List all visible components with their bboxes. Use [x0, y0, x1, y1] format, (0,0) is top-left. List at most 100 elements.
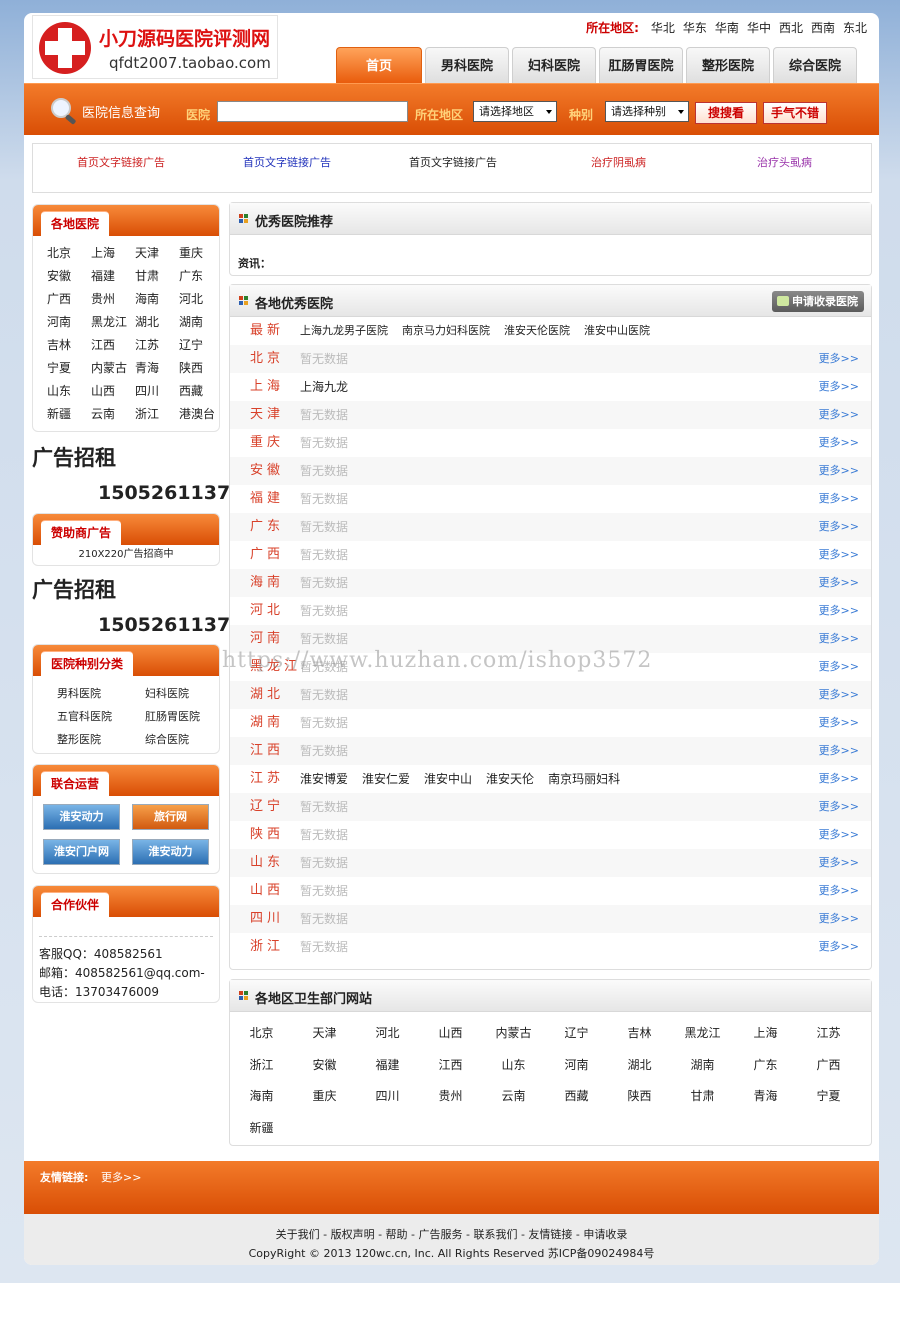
- health-dept-link[interactable]: 云南: [482, 1081, 545, 1113]
- hospital-type-link[interactable]: 整形医院: [57, 728, 145, 751]
- more-link[interactable]: 更多>>: [819, 485, 859, 513]
- row-label[interactable]: 江苏: [250, 765, 284, 793]
- region-link[interactable]: 湖南: [179, 311, 223, 334]
- health-dept-link[interactable]: 江苏: [797, 1018, 860, 1050]
- health-dept-link[interactable]: 辽宁: [545, 1018, 608, 1050]
- more-link[interactable]: 更多>>: [819, 653, 859, 681]
- region-link[interactable]: 江西: [91, 334, 135, 357]
- health-dept-link[interactable]: 甘肃: [671, 1081, 734, 1113]
- ad-link[interactable]: 治疗阴虱病: [591, 154, 646, 170]
- more-link[interactable]: 更多>>: [819, 429, 859, 457]
- region-link[interactable]: 港澳台: [179, 403, 223, 426]
- region-link[interactable]: 内蒙古: [91, 357, 135, 380]
- health-dept-link[interactable]: 贵州: [419, 1081, 482, 1113]
- hospital-type-link[interactable]: 综合医院: [145, 728, 233, 751]
- apply-inclusion-button[interactable]: 申请收录医院: [772, 291, 864, 312]
- ad-link[interactable]: 首页文字链接广告: [77, 154, 165, 170]
- hospital-link[interactable]: 淮安博爱: [300, 772, 348, 786]
- hospital-link[interactable]: 淮安中山: [424, 772, 472, 786]
- ad-link[interactable]: 首页文字链接广告: [409, 154, 497, 170]
- region-link[interactable]: 广东: [179, 265, 223, 288]
- region-link[interactable]: 华南: [715, 21, 739, 35]
- ad-link[interactable]: 治疗头虱病: [757, 154, 812, 170]
- union-logo[interactable]: 淮安动力: [132, 839, 209, 865]
- more-link[interactable]: 更多>>: [819, 373, 859, 401]
- friend-links-more[interactable]: 更多>>: [101, 1169, 141, 1185]
- hospital-type-link[interactable]: 男科医院: [57, 682, 145, 705]
- health-dept-link[interactable]: 重庆: [293, 1081, 356, 1113]
- region-link[interactable]: 新疆: [47, 403, 91, 426]
- health-dept-link[interactable]: 北京: [230, 1018, 293, 1050]
- health-dept-link[interactable]: 福建: [356, 1050, 419, 1082]
- health-dept-link[interactable]: 宁夏: [797, 1081, 860, 1113]
- region-link[interactable]: 天津: [135, 242, 179, 265]
- region-link[interactable]: 河北: [179, 288, 223, 311]
- health-dept-link[interactable]: 海南: [230, 1081, 293, 1113]
- latest-hospital-link[interactable]: 淮安天伦医院: [504, 324, 570, 337]
- row-label[interactable]: 陕西: [250, 821, 284, 849]
- latest-hospital-link[interactable]: 上海九龙男子医院: [300, 324, 388, 337]
- health-dept-link[interactable]: 四川: [356, 1081, 419, 1113]
- region-link[interactable]: 安徽: [47, 265, 91, 288]
- region-link[interactable]: 浙江: [135, 403, 179, 426]
- more-link[interactable]: 更多>>: [819, 457, 859, 485]
- health-dept-link[interactable]: 黑龙江: [671, 1018, 734, 1050]
- region-link[interactable]: 青海: [135, 357, 179, 380]
- region-link[interactable]: 湖北: [135, 311, 179, 334]
- row-label[interactable]: 重庆: [250, 429, 284, 457]
- region-link[interactable]: 东北: [843, 21, 867, 35]
- row-label[interactable]: 湖南: [250, 709, 284, 737]
- row-label[interactable]: 北京: [250, 345, 284, 373]
- health-dept-link[interactable]: 天津: [293, 1018, 356, 1050]
- footer-links[interactable]: 关于我们 - 版权声明 - 帮助 - 广告服务 - 联系我们 - 友情链接 - …: [24, 1226, 879, 1242]
- more-link[interactable]: 更多>>: [819, 709, 859, 737]
- row-label[interactable]: 海南: [250, 569, 284, 597]
- health-dept-link[interactable]: 上海: [734, 1018, 797, 1050]
- health-dept-link[interactable]: 新疆: [230, 1113, 293, 1145]
- health-dept-link[interactable]: 青海: [734, 1081, 797, 1113]
- hospital-link[interactable]: 南京玛丽妇科: [548, 772, 620, 786]
- hospital-search-input[interactable]: [217, 101, 408, 122]
- hospital-type-link[interactable]: 肛肠胃医院: [145, 705, 233, 728]
- region-link[interactable]: 河南: [47, 311, 91, 334]
- health-dept-link[interactable]: 湖北: [608, 1050, 671, 1082]
- region-link[interactable]: 华中: [747, 21, 771, 35]
- row-label[interactable]: 河北: [250, 597, 284, 625]
- region-link[interactable]: 甘肃: [135, 265, 179, 288]
- region-link[interactable]: 黑龙江: [91, 311, 135, 334]
- more-link[interactable]: 更多>>: [819, 625, 859, 653]
- row-label[interactable]: 上海: [250, 373, 284, 401]
- health-dept-link[interactable]: 湖南: [671, 1050, 734, 1082]
- row-label[interactable]: 安徽: [250, 457, 284, 485]
- region-link[interactable]: 华东: [683, 21, 707, 35]
- nav-tab-home[interactable]: 首页: [336, 47, 422, 84]
- region-link[interactable]: 陕西: [179, 357, 223, 380]
- health-dept-link[interactable]: 西藏: [545, 1081, 608, 1113]
- region-link[interactable]: 西北: [779, 21, 803, 35]
- more-link[interactable]: 更多>>: [819, 597, 859, 625]
- row-label[interactable]: 湖北: [250, 681, 284, 709]
- hospital-link[interactable]: 上海九龙: [300, 380, 348, 394]
- region-link[interactable]: 贵州: [91, 288, 135, 311]
- health-dept-link[interactable]: 广东: [734, 1050, 797, 1082]
- region-link[interactable]: 辽宁: [179, 334, 223, 357]
- region-link[interactable]: 上海: [91, 242, 135, 265]
- more-link[interactable]: 更多>>: [819, 905, 859, 933]
- nav-tab-anorectal[interactable]: 肛肠胃医院: [599, 47, 683, 84]
- row-label[interactable]: 浙江: [250, 933, 284, 961]
- more-link[interactable]: 更多>>: [819, 765, 859, 793]
- row-label[interactable]: 江西: [250, 737, 284, 765]
- row-label[interactable]: 山东: [250, 849, 284, 877]
- row-label[interactable]: 福建: [250, 485, 284, 513]
- more-link[interactable]: 更多>>: [819, 513, 859, 541]
- health-dept-link[interactable]: 广西: [797, 1050, 860, 1082]
- union-logo[interactable]: 淮安门户网: [43, 839, 120, 865]
- union-logo[interactable]: 淮安动力: [43, 804, 120, 830]
- nav-tab-female[interactable]: 妇科医院: [512, 47, 596, 84]
- region-link[interactable]: 西南: [811, 21, 835, 35]
- region-link[interactable]: 重庆: [179, 242, 223, 265]
- more-link[interactable]: 更多>>: [819, 877, 859, 905]
- region-link[interactable]: 北京: [47, 242, 91, 265]
- row-label[interactable]: 广东: [250, 513, 284, 541]
- row-label[interactable]: 四川: [250, 905, 284, 933]
